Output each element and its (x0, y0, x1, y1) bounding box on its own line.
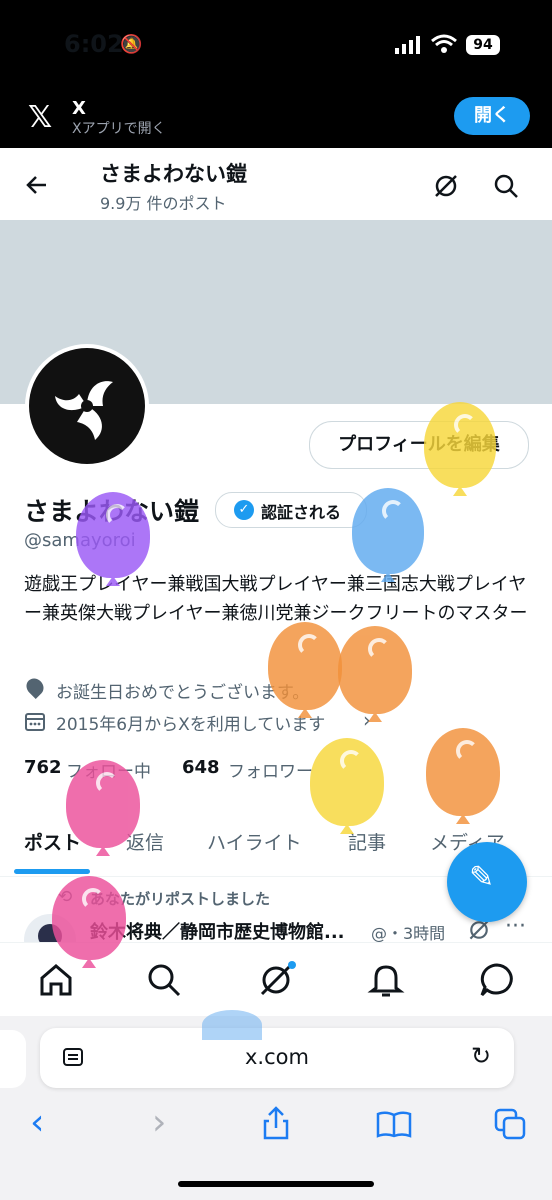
battery-indicator: 94 (466, 35, 500, 55)
signal-icon (395, 36, 420, 54)
search-icon[interactable] (492, 172, 520, 200)
balloon-orange-3 (426, 728, 500, 824)
balloon-blue-2 (202, 1010, 262, 1040)
balloon-yellow-2 (310, 738, 384, 834)
header-title: さまよわない鎧 (100, 162, 247, 186)
search-nav-icon[interactable] (144, 960, 184, 1000)
grok-icon[interactable] (432, 172, 460, 200)
location-icon (22, 674, 48, 700)
url-text[interactable]: x.com (245, 1045, 309, 1069)
previous-tab-edge[interactable] (0, 1030, 26, 1088)
bookmarks-icon[interactable] (376, 1110, 412, 1138)
forward-nav-icon[interactable]: › (152, 1102, 166, 1143)
tabs-icon[interactable] (494, 1108, 526, 1140)
joined-text: 2015年6月からXを利用しています (56, 715, 326, 735)
status-time: 6:02 (64, 30, 124, 58)
share-icon[interactable] (261, 1106, 291, 1140)
balloon-pink (66, 760, 140, 856)
profile-header (0, 148, 552, 220)
balloon-purple (76, 492, 150, 586)
back-nav-icon[interactable]: ‹ (30, 1102, 44, 1143)
tweet-author-name[interactable]: 鈴木将典／静岡市歴史博物館... (90, 918, 345, 944)
grok-nav-icon[interactable] (256, 960, 296, 1000)
compose-feather-icon: ✎ (469, 860, 495, 895)
reader-mode-icon[interactable] (62, 1046, 84, 1068)
notifications-bell-icon[interactable] (366, 960, 406, 1000)
banner-subtitle: Xアプリで開く (72, 121, 166, 137)
calendar-icon (25, 713, 45, 731)
following-count[interactable]: 762 (24, 757, 62, 778)
more-options-icon[interactable]: ··· (505, 914, 526, 939)
tab-active-indicator (14, 869, 90, 874)
home-indicator (178, 1181, 374, 1187)
balloon-pink-2 (52, 876, 126, 968)
followers-count[interactable]: 648 (182, 757, 220, 778)
verify-button[interactable]: ✓ 認証される (215, 492, 367, 528)
balloon-orange-2 (338, 626, 412, 722)
followers-label[interactable]: フォロワー (228, 757, 313, 782)
avatar[interactable] (25, 344, 149, 468)
back-arrow-icon[interactable] (24, 172, 50, 198)
verify-label: 認証される (261, 503, 342, 522)
tweet-meta: @・3時間 (371, 924, 446, 943)
balloon-yellow (424, 402, 496, 496)
mitsudomoe-icon (55, 381, 113, 440)
tab-highlights[interactable]: ハイライト (207, 828, 302, 855)
verified-badge-icon: ✓ (234, 500, 254, 520)
balloon-orange-1 (268, 622, 342, 718)
wifi-icon (431, 34, 457, 53)
balloon-blue (352, 488, 424, 582)
open-app-button[interactable]: 開く (454, 97, 530, 135)
x-logo-icon: 𝕏 (28, 100, 53, 135)
home-icon[interactable] (36, 960, 76, 1000)
compose-post-button[interactable]: ✎ (447, 842, 527, 922)
profile-bio: 遊戯王プレイヤー兼戦国大戦プレイヤー兼三国志大戦プレイヤー兼英傑大戦プレイヤー兼… (24, 574, 528, 624)
header-post-count: 9.9万 件のポスト (100, 194, 227, 213)
banner-app-name: X (72, 98, 86, 119)
messages-icon[interactable] (477, 960, 517, 1000)
reload-icon[interactable]: ↻ (471, 1042, 491, 1070)
mute-bell-icon: 🔕 (120, 34, 143, 55)
edit-profile-button[interactable]: プロフィールを編集 (309, 421, 529, 469)
